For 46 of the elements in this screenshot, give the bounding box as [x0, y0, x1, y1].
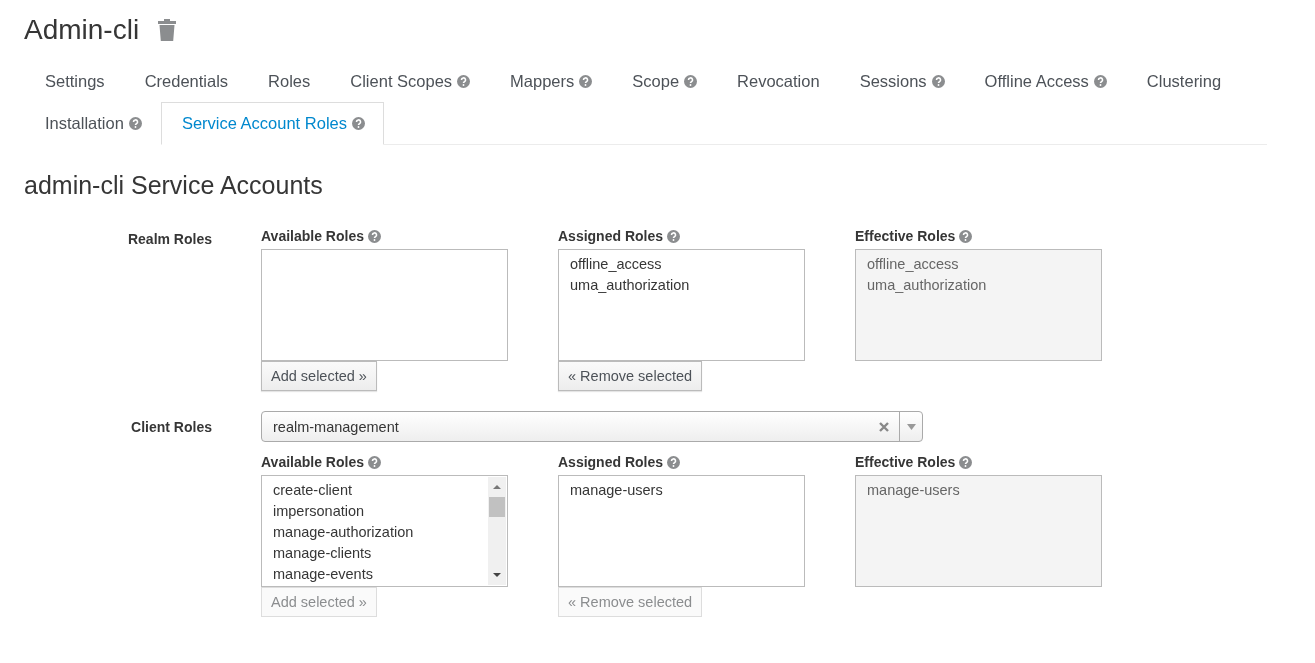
help-icon[interactable] [931, 75, 945, 88]
list-heading: Effective Roles [855, 454, 956, 470]
help-icon[interactable] [352, 117, 365, 130]
remove-selected-button[interactable]: « Remove selected [558, 361, 703, 391]
role-item[interactable]: manage-authorization [273, 522, 414, 543]
list-heading: Effective Roles [855, 228, 956, 244]
role-item[interactable]: uma_authorization [570, 275, 690, 296]
help-icon[interactable] [1093, 75, 1107, 88]
client-select[interactable]: realm-management [261, 411, 923, 442]
list-heading: Available Roles [261, 454, 364, 470]
section-title: admin-cli Service Accounts [24, 171, 324, 200]
tab[interactable]: Service Account Roles [160, 102, 384, 145]
page-title: Admin-cli [24, 14, 140, 46]
role-item[interactable]: manage-events [273, 564, 373, 585]
help-icon[interactable] [667, 229, 681, 243]
role-item[interactable]: create-client [273, 480, 352, 501]
add-selected-button[interactable]: Add selected » [261, 361, 377, 391]
help-icon[interactable] [667, 455, 681, 469]
group-label: Client Roles [130, 418, 212, 435]
help-icon[interactable] [457, 75, 471, 88]
help-icon[interactable] [959, 455, 973, 469]
caret-icon[interactable] [906, 423, 916, 430]
role-item: offline_access [867, 255, 959, 274]
role-list[interactable] [261, 249, 508, 361]
role-list[interactable]: manage-users [558, 475, 805, 587]
help-icon[interactable] [128, 117, 142, 130]
list-heading: Available Roles [261, 228, 364, 244]
role-item[interactable]: manage-users [570, 480, 663, 501]
help-icon[interactable] [368, 455, 381, 469]
role-item[interactable]: offline_access [570, 254, 662, 275]
clear-icon[interactable] [879, 421, 889, 432]
role-item: manage-users [867, 481, 960, 500]
trash-icon[interactable] [157, 18, 178, 42]
role-list[interactable]: offline_access uma_authorization [558, 249, 805, 361]
role-item[interactable]: impersonation [273, 501, 365, 522]
help-icon[interactable] [959, 229, 973, 243]
role-list[interactable]: create-client impersonation manage-authorization manage-clients manage-events [261, 475, 508, 587]
role-item: uma_authorization [867, 276, 987, 295]
help-icon[interactable] [368, 229, 381, 243]
role-item[interactable]: manage-clients [273, 543, 372, 564]
group-label: Realm Roles [126, 230, 212, 247]
list-heading: Assigned Roles [558, 454, 664, 470]
list-heading: Assigned Roles [558, 228, 664, 244]
scrollbar[interactable] [488, 477, 506, 585]
help-icon[interactable] [684, 75, 698, 88]
help-icon[interactable] [579, 75, 593, 88]
